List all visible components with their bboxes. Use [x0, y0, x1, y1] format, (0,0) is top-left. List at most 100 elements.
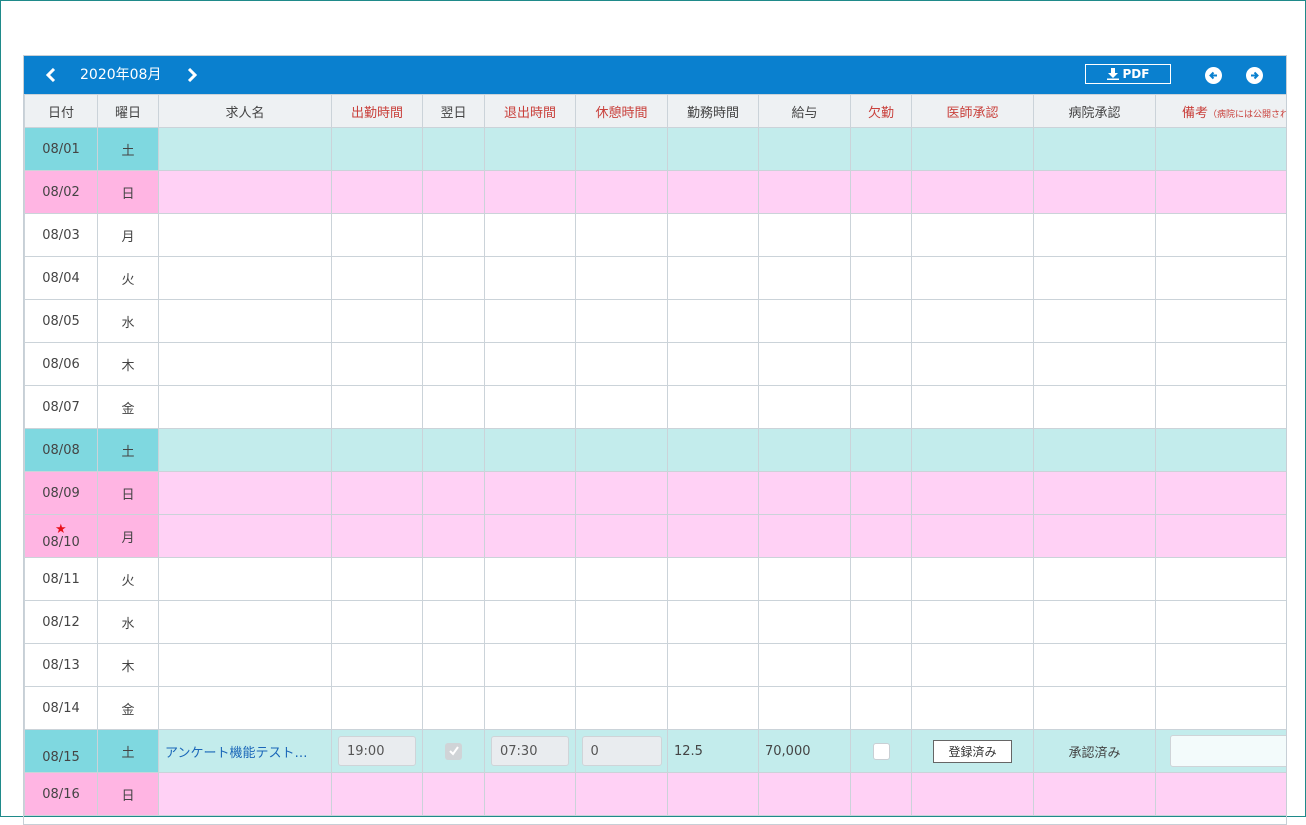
column-header: 日付 [24, 94, 98, 128]
work-hours-cell [667, 686, 759, 730]
end-time-cell [484, 256, 576, 300]
job-name-cell [158, 643, 332, 687]
column-header: 求人名 [158, 94, 332, 128]
next-day-cell [422, 385, 485, 429]
doctor-approval-button[interactable]: 登録済み [933, 739, 1012, 763]
end-time-cell [484, 772, 576, 816]
end-time-cell [484, 342, 576, 386]
weekday-cell: 火 [97, 256, 159, 300]
weekday-cell: 水 [97, 600, 159, 644]
salary-cell [758, 428, 851, 472]
job-name-cell [158, 170, 332, 214]
date-label: 08/07 [42, 399, 80, 415]
table-body: 08/01 土 08/02 日 08/03 月 08/04 火 08/05 水 08/06 木 08/0… [24, 127, 1286, 816]
download-icon [1106, 68, 1119, 80]
absence-cell [850, 643, 912, 687]
table-row: 08/13 木 [24, 643, 1286, 687]
job-name-link[interactable]: アンケート機能テスト… [160, 742, 331, 761]
column-header: 病院承認 [1033, 94, 1156, 128]
table-row: 08/14 金 [24, 686, 1286, 730]
note-cell [1155, 471, 1286, 515]
job-name-cell [158, 127, 332, 171]
note-cell [1155, 256, 1286, 300]
job-name-cell [158, 299, 332, 343]
rest-time-input[interactable] [581, 736, 662, 766]
date-cell: 08/06 [24, 342, 98, 386]
date-cell: 08/07 [24, 385, 98, 429]
work-hours-cell [667, 471, 759, 515]
next-day-cell [422, 342, 485, 386]
date-label: 08/10 [42, 534, 80, 550]
pdf-download-button[interactable]: PDF [1085, 64, 1171, 84]
salary-cell [758, 557, 851, 601]
next-day-cell [422, 256, 485, 300]
hospital-approval-cell [1033, 772, 1156, 816]
hospital-approval-cell [1033, 643, 1156, 687]
absence-checkbox[interactable] [872, 742, 890, 760]
job-name-cell [158, 514, 332, 558]
absence-cell [850, 600, 912, 644]
doctor-approval-cell [911, 299, 1034, 343]
note-cell [1155, 170, 1286, 214]
column-header-label: 求人名 [225, 105, 265, 121]
absence-cell [850, 471, 912, 515]
date-cell: 08/03 [24, 213, 98, 257]
column-header: 休憩時間 [575, 94, 668, 128]
hospital-approval-cell [1033, 299, 1156, 343]
start-time-input[interactable] [338, 736, 416, 766]
next-day-cell [422, 127, 485, 171]
start-time-cell [331, 428, 423, 472]
absence-cell [850, 428, 912, 472]
scroll-right-button[interactable] [1246, 67, 1263, 84]
chevron-right-icon [187, 68, 198, 82]
hospital-approval-status: 承認済み [1068, 745, 1121, 761]
salary-cell: 70,000 [758, 729, 851, 773]
hospital-approval-cell [1033, 170, 1156, 214]
hospital-approval-cell [1033, 686, 1156, 730]
end-time-cell [484, 385, 576, 429]
column-header: 欠勤 [850, 94, 912, 128]
note-input[interactable] [1170, 735, 1286, 767]
column-header-note: （病院には公開されま [1208, 109, 1286, 120]
job-name-cell: アンケート機能テスト… [158, 729, 332, 773]
date-label: 08/03 [42, 227, 80, 243]
prev-month-button[interactable] [36, 56, 66, 94]
end-time-cell [484, 299, 576, 343]
end-time-input[interactable] [491, 736, 569, 766]
rest-time-cell [575, 686, 668, 730]
date-cell: 08/04 [24, 256, 98, 300]
date-label: 08/15 [42, 749, 80, 765]
doctor-approval-cell [911, 170, 1034, 214]
weekday-cell: 金 [97, 385, 159, 429]
next-month-button[interactable] [177, 56, 207, 94]
weekday-cell: 日 [97, 170, 159, 214]
salary-cell [758, 686, 851, 730]
hospital-approval-cell [1033, 514, 1156, 558]
date-label: 08/16 [42, 786, 80, 802]
scroll-left-button[interactable] [1205, 67, 1222, 84]
date-label: 08/14 [42, 700, 80, 716]
absence-cell [850, 772, 912, 816]
hospital-approval-cell [1033, 471, 1156, 515]
note-cell [1155, 643, 1286, 687]
table-row: 08/12 水 [24, 600, 1286, 644]
column-header-label: 備考 [1181, 105, 1208, 121]
absence-cell [850, 385, 912, 429]
next-day-checkbox[interactable] [445, 742, 462, 760]
table-row: 08/15 土アンケート機能テスト… 12.5 70,000 登録済み 承認済み [24, 729, 1286, 773]
column-header-label: 日付 [47, 105, 74, 121]
attendance-table: 日付 曜日 求人名 出勤時間 翌日 退出時間 休憩時間 勤務時間 給与 欠勤 医師承認 病院承認 備考（… [24, 94, 1286, 816]
job-name-cell [158, 256, 332, 300]
job-name-cell [158, 686, 332, 730]
doctor-approval-cell [911, 385, 1034, 429]
start-time-cell [331, 213, 423, 257]
rest-time-cell [575, 514, 668, 558]
end-time-cell [484, 127, 576, 171]
column-header-label: 病院承認 [1068, 105, 1121, 121]
work-hours-cell [667, 213, 759, 257]
rest-time-cell [575, 385, 668, 429]
date-label: 08/12 [42, 614, 80, 630]
next-day-cell [422, 514, 485, 558]
absence-cell [850, 514, 912, 558]
next-day-cell [422, 686, 485, 730]
